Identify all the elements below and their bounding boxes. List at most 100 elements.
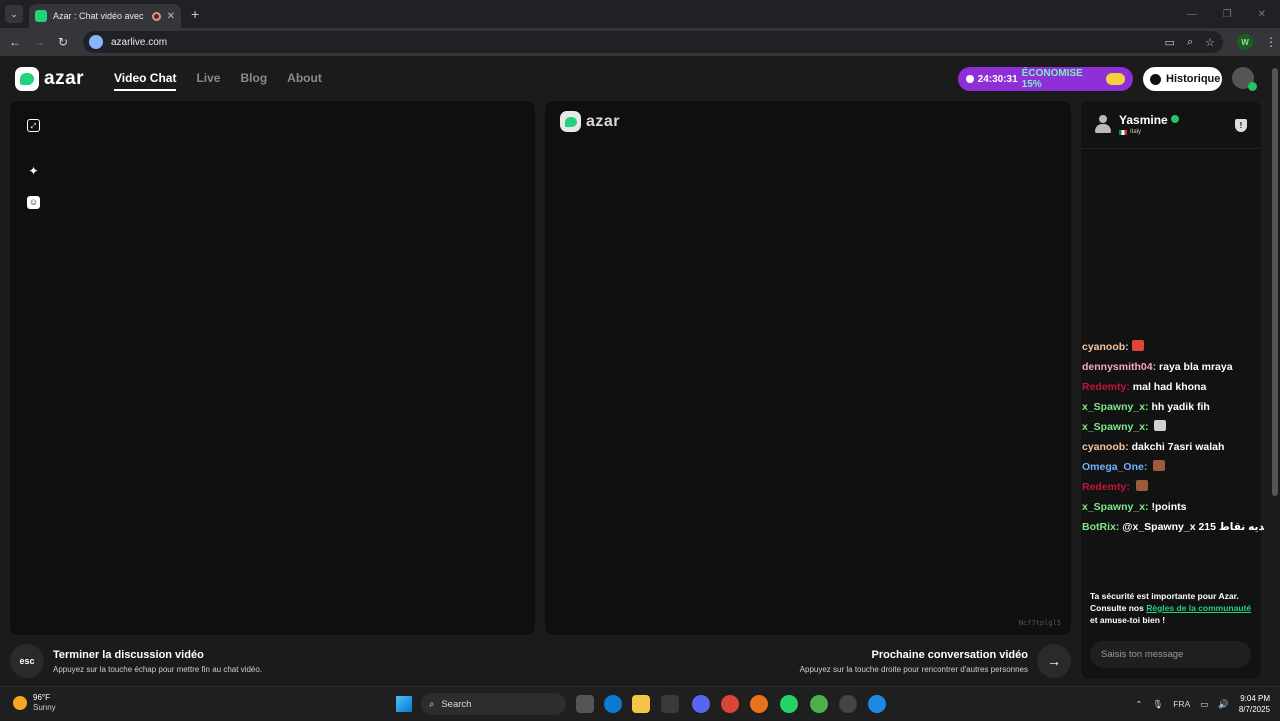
chat-username[interactable]: BotRix: <box>1082 521 1119 533</box>
emote-icon <box>1131 340 1144 351</box>
report-shield-icon[interactable]: ! <box>1235 119 1247 132</box>
discord-icon[interactable] <box>692 695 710 713</box>
address-bar[interactable]: azarlive.com ▭ ⌕ ☆ <box>83 31 1223 53</box>
remote-video-panel: azar Ncf7tplgl5 <box>545 101 1071 635</box>
next-chat-title: Prochaine conversation vidéo <box>871 649 1029 661</box>
chat-username[interactable]: Omega_One: <box>1082 461 1147 473</box>
safety-text-2: et amuse-toi bien ! <box>1090 615 1166 625</box>
scrollbar-thumb[interactable] <box>1272 68 1278 496</box>
chrome-alt-icon[interactable] <box>868 695 886 713</box>
cast-icon[interactable]: ▭ <box>1165 36 1175 49</box>
tab-search-button[interactable]: ⌄ <box>5 5 23 23</box>
nav-blog[interactable]: Blog <box>240 71 267 91</box>
history-clock-icon <box>1150 73 1161 85</box>
mic-tray-icon[interactable]: 🎙 <box>1152 699 1163 710</box>
sun-icon <box>13 696 27 710</box>
store-icon[interactable] <box>661 695 679 713</box>
chrome-icon[interactable] <box>721 695 739 713</box>
partner-header: Yasmine Italy ! <box>1081 101 1261 149</box>
azar-page: azar Video Chat Live Blog About 24:30:31… <box>0 56 1270 686</box>
browser-tab[interactable]: Azar : Chat vidéo avec de n ✕ <box>29 4 181 28</box>
emote-icon <box>1135 480 1148 491</box>
site-info-icon[interactable] <box>89 35 103 49</box>
remote-panel-logo: azar <box>560 111 620 132</box>
microphone-icon[interactable] <box>750 695 768 713</box>
language-indicator[interactable]: FRA <box>1173 699 1190 709</box>
azar-logo[interactable]: azar <box>15 67 84 91</box>
app-icon[interactable] <box>839 695 857 713</box>
chat-text: dakchi 7asri walah <box>1128 441 1225 453</box>
chat-text <box>1147 461 1150 473</box>
chrome-profile-icon[interactable] <box>810 695 828 713</box>
chat-username[interactable]: x_Spawny_x: <box>1082 421 1149 433</box>
bookmark-star-icon[interactable]: ☆ <box>1205 36 1215 49</box>
clock-icon <box>966 75 974 83</box>
safety-notice: Ta sécurité est importante pour Azar. Co… <box>1090 590 1255 626</box>
chat-message-input[interactable] <box>1090 641 1251 668</box>
whatsapp-icon[interactable] <box>780 695 798 713</box>
notification-badge <box>1248 82 1257 91</box>
end-chat-button[interactable]: esc <box>10 644 44 678</box>
azar-logo-icon <box>15 67 39 91</box>
url-text: azarlive.com <box>111 36 168 48</box>
nav-live[interactable]: Live <box>196 71 220 91</box>
chat-username[interactable]: Redemty: <box>1082 481 1130 493</box>
taskbar-search[interactable]: ⌕ Search <box>421 693 566 715</box>
chat-username[interactable]: cyanoob: <box>1082 341 1129 353</box>
chat-message: Omega_One: <box>1082 457 1264 477</box>
chat-message: Redemty: <box>1082 477 1264 497</box>
zoom-icon[interactable]: ⌕ <box>1187 36 1193 49</box>
minimize-button[interactable]: — <box>1187 9 1197 20</box>
chat-username[interactable]: Redemty: <box>1082 381 1130 393</box>
chat-text: hh yadik fih <box>1148 401 1210 413</box>
weather-widget[interactable]: 96°F Sunny <box>13 693 56 713</box>
system-clock[interactable]: 9:04 PM 8/7/2025 <box>1239 693 1270 715</box>
user-icon <box>1095 115 1111 133</box>
browser-menu-icon[interactable]: ⋮ <box>1265 35 1277 49</box>
profile-avatar[interactable]: W <box>1237 34 1253 50</box>
expand-icon[interactable]: ⤢ <box>27 119 40 132</box>
reload-button[interactable]: ↻ <box>51 35 75 49</box>
browser-toolbar: ← → ↻ azarlive.com ▭ ⌕ ☆ W ⋮ <box>0 28 1280 56</box>
chat-username[interactable]: x_Spawny_x: <box>1082 501 1149 513</box>
next-chat-button[interactable]: → <box>1037 644 1071 678</box>
new-tab-button[interactable]: + <box>191 6 199 22</box>
promo-banner[interactable]: 24:30:31 ÉCONOMISE 15% <box>958 67 1133 91</box>
back-button[interactable]: ← <box>3 35 27 49</box>
tray-overflow-icon[interactable]: ⌃ <box>1135 699 1142 710</box>
chat-username[interactable]: x_Spawny_x: <box>1082 401 1149 413</box>
volume-icon[interactable]: 🔊 <box>1218 699 1229 710</box>
chat-username[interactable]: dennysmith04: <box>1082 361 1156 373</box>
edge-icon[interactable] <box>604 695 622 713</box>
partner-name-text: Yasmine <box>1119 113 1168 127</box>
page-scrollbar[interactable] <box>1270 56 1280 686</box>
user-avatar[interactable] <box>1232 67 1257 91</box>
windows-start-icon[interactable] <box>396 696 412 712</box>
arrow-right-icon: → <box>1047 653 1061 669</box>
history-button[interactable]: Historique <box>1143 67 1222 91</box>
address-bar-actions: ▭ ⌕ ☆ <box>1165 36 1215 49</box>
clock-date: 8/7/2025 <box>1238 705 1270 714</box>
effects-sparkle-icon[interactable]: ✦ <box>27 165 40 178</box>
partner-name[interactable]: Yasmine <box>1119 113 1179 127</box>
chat-messages: cyanoob: dennysmith04: raya bla mraya Rede… <box>1082 337 1264 537</box>
face-filter-icon[interactable]: ☺ <box>27 196 40 209</box>
network-icon[interactable]: ▭ <box>1200 699 1208 710</box>
emote-icon <box>1154 420 1167 431</box>
maximize-button[interactable]: ❐ <box>1223 9 1232 20</box>
file-explorer-icon[interactable] <box>632 695 650 713</box>
forward-button[interactable]: → <box>27 35 51 49</box>
chat-text: raya bla mraya <box>1156 361 1233 373</box>
chat-username[interactable]: cyanoob: <box>1082 441 1129 453</box>
close-window-button[interactable]: ✕ <box>1258 9 1266 20</box>
tab-close-icon[interactable]: ✕ <box>167 11 175 22</box>
task-view-icon[interactable] <box>576 695 594 713</box>
chat-text <box>1130 481 1133 493</box>
community-rules-link[interactable]: Règles de la communauté <box>1146 603 1251 613</box>
chat-message: dennysmith04: raya bla mraya <box>1082 357 1264 377</box>
site-header: azar Video Chat Live Blog About 24:30:31… <box>0 56 1270 100</box>
next-chat-hint: Appuyez sur la touche droite pour rencon… <box>799 665 1028 674</box>
nav-video-chat[interactable]: Video Chat <box>114 71 177 91</box>
recording-indicator-icon <box>151 11 161 21</box>
nav-about[interactable]: About <box>287 71 322 91</box>
